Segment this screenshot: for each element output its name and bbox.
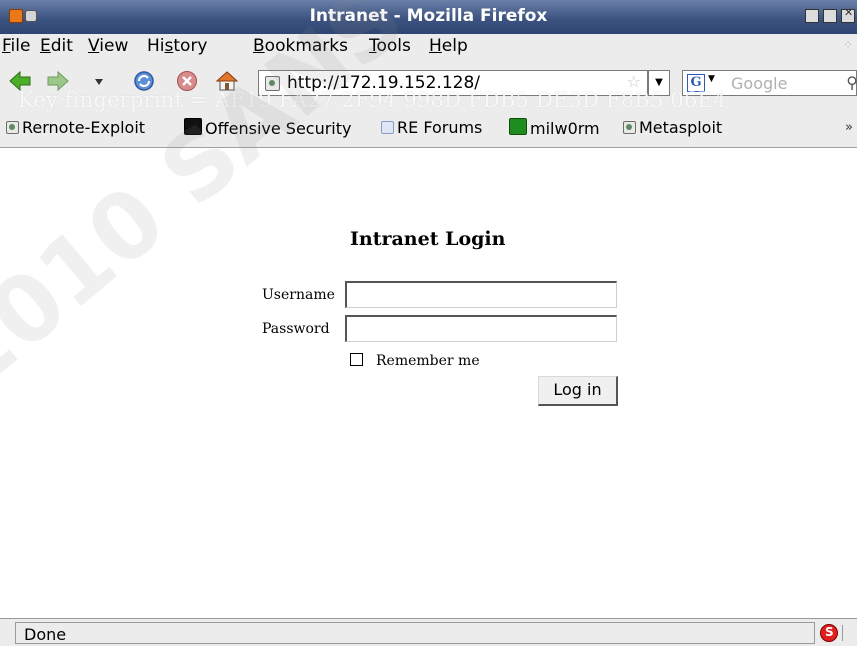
menu-edit[interactable]: Edit: [40, 36, 73, 56]
globe-icon: [6, 121, 19, 134]
activity-throbber-icon: ⁘: [843, 38, 854, 52]
key-fingerprint-overlay: Key fingerprint = AF19 FA27 2F94 998D FD…: [18, 88, 727, 112]
maximize-button[interactable]: [823, 9, 837, 23]
remember-me-checkbox[interactable]: [350, 353, 363, 366]
username-label: Username: [262, 287, 335, 303]
status-bar: Done: [0, 618, 857, 646]
noscript-icon[interactable]: [820, 624, 838, 642]
bookmark-offensive-security[interactable]: Offensive Security: [184, 118, 351, 138]
resize-grip[interactable]: [842, 625, 855, 641]
search-icon[interactable]: ⚲: [846, 73, 857, 92]
password-label: Password: [262, 321, 330, 337]
menu-view[interactable]: View: [88, 36, 128, 56]
history-dropdown-icon[interactable]: [94, 78, 104, 86]
username-field[interactable]: [345, 281, 617, 308]
menu-bar: File Edit View History Bookmarks Tools H…: [0, 34, 857, 58]
window-title: Intranet - Mozilla Firefox: [309, 6, 548, 26]
search-placeholder[interactable]: Google: [731, 74, 787, 93]
status-text: Done: [24, 625, 67, 644]
globe-icon: [623, 121, 636, 134]
offsec-icon: [184, 118, 202, 135]
bookmark-remote-exploit[interactable]: Rernote-Exploit: [6, 118, 145, 137]
chevron-down-icon: ▼: [655, 77, 663, 88]
bookmark-re-forums[interactable]: RE Forums: [381, 118, 482, 137]
window-title-bar[interactable]: Intranet - Mozilla Firefox ✕: [0, 0, 857, 34]
bookmarks-overflow-button[interactable]: »: [845, 120, 853, 135]
bookmark-metasploit[interactable]: Metasploit: [623, 118, 722, 137]
menu-history[interactable]: History: [147, 36, 208, 56]
remember-me-label[interactable]: Remember me: [376, 353, 480, 369]
close-button[interactable]: ✕: [841, 6, 855, 23]
menu-file[interactable]: File: [2, 36, 30, 56]
login-button[interactable]: Log in: [538, 376, 618, 406]
search-engine-dropdown-icon[interactable]: ▼: [708, 74, 715, 84]
status-panel: Done: [15, 622, 815, 644]
menu-bookmarks[interactable]: Bookmarks: [253, 36, 348, 56]
password-field[interactable]: [345, 315, 617, 342]
close-icon: ✕: [844, 6, 854, 19]
page-content: Intranet Login Username Password Remembe…: [0, 148, 857, 618]
menu-help[interactable]: Help: [429, 36, 468, 56]
bookmark-milw0rm[interactable]: milw0rm: [509, 118, 600, 138]
reforums-icon: [381, 121, 394, 134]
milw0rm-icon: [509, 118, 527, 135]
minimize-button[interactable]: [805, 9, 819, 23]
menu-tools[interactable]: Tools: [369, 36, 411, 56]
login-title: Intranet Login: [350, 228, 506, 250]
